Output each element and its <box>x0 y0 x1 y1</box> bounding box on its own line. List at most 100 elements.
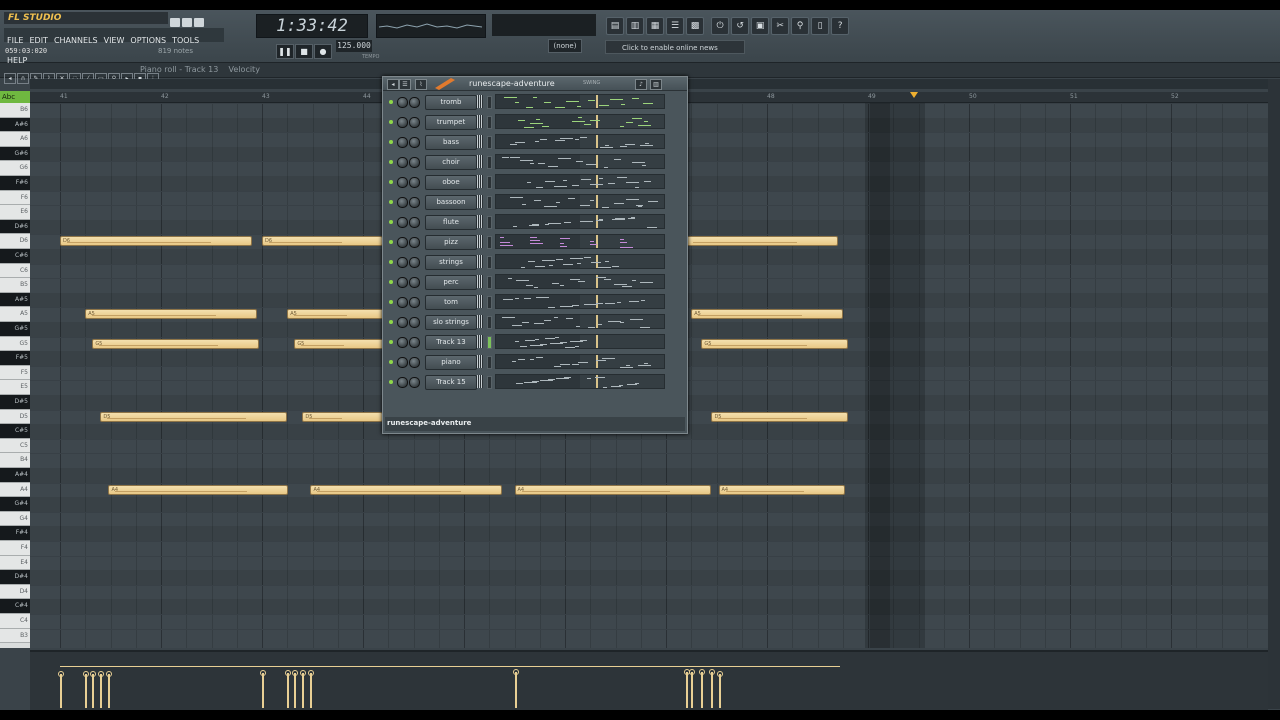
velocity-bar[interactable] <box>689 669 696 708</box>
piano-key[interactable]: B3 <box>0 628 30 644</box>
close-icon[interactable] <box>194 18 204 27</box>
velocity-bar[interactable] <box>58 671 64 708</box>
volume-knob-icon[interactable] <box>409 197 420 208</box>
graph-icon[interactable]: ⌇ <box>415 79 427 90</box>
volume-knob-icon[interactable] <box>409 157 420 168</box>
piano-key[interactable]: A6 <box>0 132 30 147</box>
channel-button[interactable]: bass <box>425 135 477 150</box>
note[interactable]: A5 <box>85 309 257 320</box>
note[interactable]: A5 <box>691 309 843 320</box>
piano-key[interactable]: A4 <box>0 482 30 498</box>
pan-knob-icon[interactable] <box>397 157 408 168</box>
piano-key[interactable]: A#4 <box>0 468 30 483</box>
pan-knob-icon[interactable] <box>397 297 408 308</box>
piano-keyboard[interactable]: Abc B6 A#6 A6 G#6 G6 F#6 F6 E6 D#6 D6 C#6 C6 B5 A#5 A5… <box>0 91 30 648</box>
channel-button[interactable]: Track 13 <box>425 335 477 350</box>
velocity-bar[interactable] <box>308 670 315 708</box>
channel-mute-led[interactable] <box>389 300 393 304</box>
piano-key[interactable]: G4 <box>0 511 30 527</box>
note[interactable]: G5 <box>294 338 386 349</box>
piano-key[interactable]: C6 <box>0 263 30 279</box>
channel-mute-led[interactable] <box>389 340 393 344</box>
volume-knob-icon[interactable] <box>409 257 420 268</box>
velocity-bar[interactable] <box>512 669 519 708</box>
channel-pattern-preview[interactable] <box>495 94 665 109</box>
velocity-bar[interactable] <box>716 671 723 708</box>
arrow-icon[interactable]: ◂ <box>387 79 399 90</box>
pan-knob-icon[interactable] <box>397 337 408 348</box>
channel-button[interactable]: perc <box>425 275 477 290</box>
piano-key[interactable]: C5 <box>0 438 30 454</box>
channel-button[interactable]: strings <box>425 255 477 270</box>
volume-knob-icon[interactable] <box>409 317 420 328</box>
piano-key[interactable]: E6 <box>0 205 30 220</box>
piano-key[interactable]: B4 <box>0 453 30 468</box>
piano-key[interactable]: B6 <box>0 103 30 118</box>
channel-select[interactable] <box>487 276 492 289</box>
pan-knob-icon[interactable] <box>397 237 408 248</box>
piano-key[interactable]: D#6 <box>0 219 30 235</box>
record-button[interactable]: ● <box>314 44 332 59</box>
plugin-icon[interactable]: ▯ <box>811 17 830 35</box>
velocity-bar[interactable] <box>684 669 691 708</box>
channel-mute-led[interactable] <box>389 260 393 264</box>
note[interactable]: D5 <box>302 411 384 422</box>
channel-mute-led[interactable] <box>389 100 393 104</box>
channel-button[interactable]: tromb <box>425 95 477 110</box>
search-icon[interactable]: ⚲ <box>791 17 810 35</box>
volume-knob-icon[interactable] <box>409 297 420 308</box>
channel-select[interactable] <box>487 296 492 309</box>
velocity-bar[interactable] <box>285 670 292 708</box>
piano-key[interactable]: F#6 <box>0 176 30 191</box>
velocity-lane[interactable] <box>30 650 1268 710</box>
channel-pattern-preview[interactable] <box>495 214 665 229</box>
channel-select[interactable] <box>487 256 492 269</box>
piano-key[interactable]: F6 <box>0 190 30 206</box>
channel-button[interactable]: pizz <box>425 235 477 250</box>
channel-select[interactable] <box>487 216 492 229</box>
volume-knob-icon[interactable] <box>409 277 420 288</box>
volume-knob-icon[interactable] <box>409 337 420 348</box>
note[interactable]: G5 <box>701 338 848 349</box>
power-icon[interactable]: ⏻ <box>711 17 730 35</box>
channel-mute-led[interactable] <box>389 280 393 284</box>
note[interactable]: G5 <box>92 338 259 349</box>
piano-key[interactable]: G5 <box>0 336 30 352</box>
channel-mute-led[interactable] <box>389 380 393 384</box>
channel-button[interactable]: oboe <box>425 175 477 190</box>
menu-channels[interactable]: CHANNELS <box>51 34 101 48</box>
channel-select[interactable] <box>487 96 492 109</box>
volume-knob-icon[interactable] <box>409 237 420 248</box>
channel-pattern-preview[interactable] <box>495 194 665 209</box>
note[interactable]: A4 <box>310 484 503 495</box>
channel-mute-led[interactable] <box>389 360 393 364</box>
piano-key[interactable]: C4 <box>0 614 30 629</box>
piano-key[interactable]: D4 <box>0 584 30 600</box>
velocity-bar[interactable] <box>83 671 90 708</box>
piano-key[interactable]: A5 <box>0 307 30 322</box>
piano-key[interactable]: G#5 <box>0 322 30 337</box>
channel-pattern-preview[interactable] <box>495 294 665 309</box>
channel-select[interactable] <box>487 376 492 389</box>
piano-roll-icon[interactable]: ▥ <box>626 17 644 35</box>
note[interactable] <box>686 236 838 247</box>
channel-button[interactable]: bassoon <box>425 195 477 210</box>
menu-options[interactable]: OPTIONS <box>127 34 169 48</box>
menu-view[interactable]: VIEW <box>101 34 128 48</box>
piano-key[interactable]: C#5 <box>0 424 30 439</box>
volume-knob-icon[interactable] <box>409 377 420 388</box>
pan-knob-icon[interactable] <box>397 257 408 268</box>
velocity-bar[interactable] <box>98 671 105 708</box>
pan-knob-icon[interactable] <box>397 97 408 108</box>
note[interactable]: D6 <box>60 236 252 247</box>
channel-mute-led[interactable] <box>389 320 393 324</box>
keyboard-editor-icon[interactable]: ▥ <box>650 79 662 90</box>
channel-select[interactable] <box>487 236 492 249</box>
tempo-display[interactable]: 125.000 <box>336 40 372 52</box>
channel-pattern-preview[interactable] <box>495 134 665 149</box>
piano-key[interactable]: A#6 <box>0 117 30 133</box>
velocity-bar[interactable] <box>106 671 113 708</box>
channel-button[interactable]: piano <box>425 355 477 370</box>
menu-tools[interactable]: TOOLS <box>169 34 202 48</box>
velocity-bar[interactable] <box>699 669 706 708</box>
